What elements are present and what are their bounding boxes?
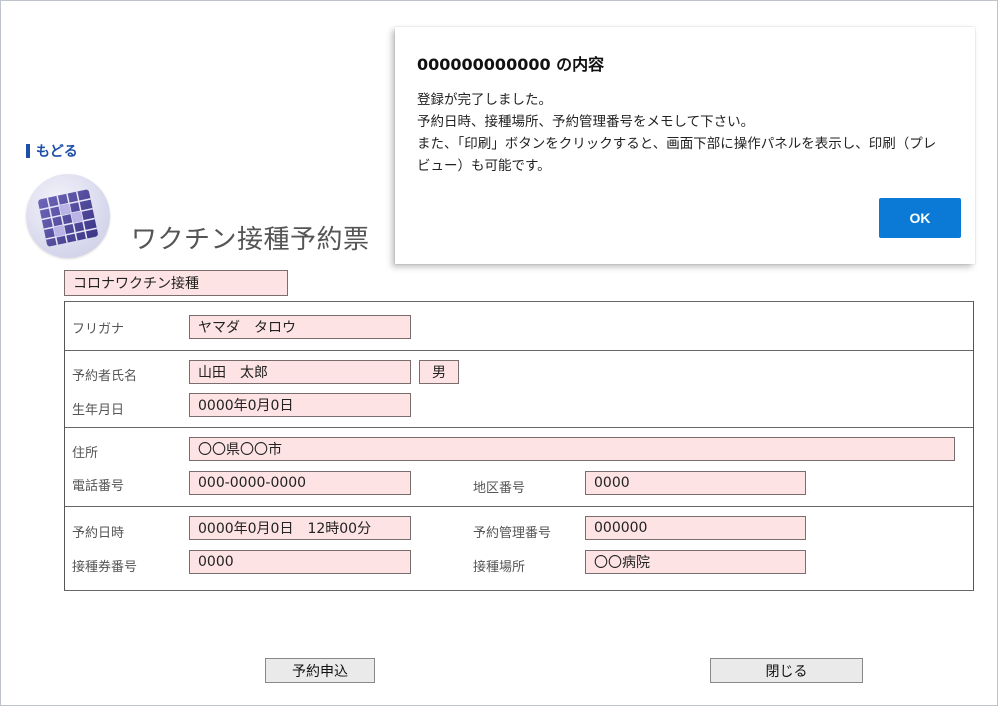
back-link-label: もどる [36, 144, 78, 160]
furigana-field[interactable]: ヤマダ タロウ [189, 315, 411, 339]
phone-field[interactable]: 000-0000-0000 [189, 471, 411, 495]
reserve-number-label: 予約管理番号 [473, 526, 552, 541]
furigana-label: フリガナ [72, 322, 125, 337]
reserve-datetime-label: 予約日時 [72, 526, 125, 541]
dialog-message-line: ビュー）も可能です。 [417, 158, 551, 174]
submit-reservation-button[interactable]: 予約申込 [265, 658, 375, 683]
vaccine-type-field[interactable]: コロナワクチン接種 [64, 270, 288, 296]
dialog-message-line: 予約日時、接種場所、予約管理番号をメモして下さい。 [417, 114, 755, 130]
back-arrow-icon [26, 144, 30, 158]
birth-field[interactable]: 0000年0月0日 [189, 393, 411, 417]
phone-label: 電話番号 [72, 479, 125, 494]
district-field[interactable]: 0000 [585, 471, 806, 495]
birth-label: 生年月日 [72, 403, 125, 418]
address-label: 住所 [72, 446, 99, 461]
page-title: ワクチン接種予約票 [131, 225, 370, 255]
app-logo [26, 174, 110, 258]
name-field[interactable]: 山田 太郎 [189, 360, 411, 384]
ticket-number-field[interactable]: 0000 [189, 550, 411, 574]
dialog-title: 000000000000 の内容 [417, 55, 605, 74]
sex-field[interactable]: 男 [419, 360, 459, 384]
district-label: 地区番号 [473, 481, 526, 496]
back-link[interactable]: もどる [26, 141, 78, 161]
location-label: 接種場所 [473, 560, 526, 575]
alert-dialog: 000000000000 の内容 登録が完了しました。 予約日時、接種場所、予約… [395, 27, 975, 264]
location-field[interactable]: 〇〇病院 [585, 550, 806, 574]
dialog-message: 登録が完了しました。 予約日時、接種場所、予約管理番号をメモして下さい。 また、… [417, 89, 962, 177]
dialog-message-line: また、「印刷」ボタンをクリックすると、画面下部に操作パネルを表示し、印刷（プレ [417, 136, 937, 152]
logo-grid-icon [38, 189, 98, 247]
address-field[interactable]: 〇〇県〇〇市 [189, 437, 955, 461]
section-divider [64, 590, 974, 591]
dialog-ok-button[interactable]: OK [879, 198, 961, 238]
ticket-number-label: 接種券番号 [72, 560, 138, 575]
dialog-message-line: 登録が完了しました。 [417, 92, 552, 108]
reserve-datetime-field[interactable]: 0000年0月0日 12時00分 [189, 516, 411, 540]
close-button[interactable]: 閉じる [710, 658, 863, 683]
reserve-number-field[interactable]: 000000 [585, 516, 806, 540]
name-label: 予約者氏名 [72, 369, 138, 384]
